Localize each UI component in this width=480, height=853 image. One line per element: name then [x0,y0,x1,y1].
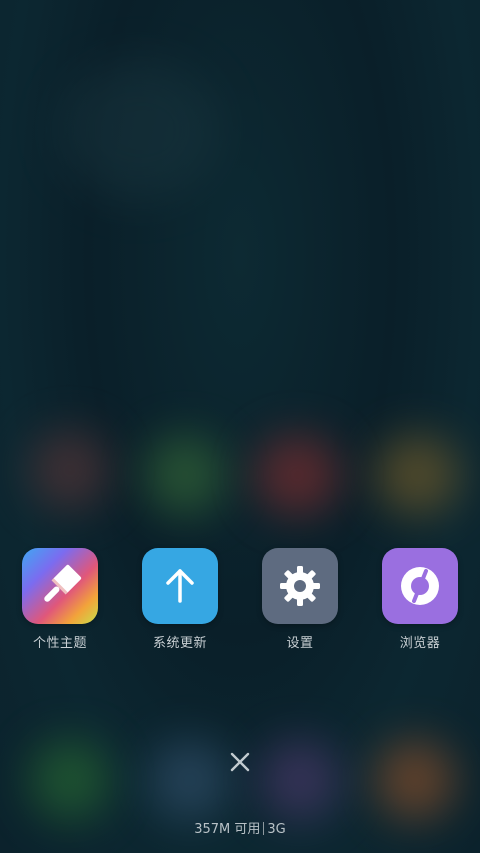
arrow-up-icon [166,569,194,603]
themes-app-label: 个性主题 [32,636,87,651]
blurred-background [0,0,480,853]
recent-app-themes[interactable]: 个性主题 [0,548,120,651]
settings-app-label: 设置 [286,636,314,651]
recent-app-browser[interactable]: 浏览器 [360,548,480,651]
system-update-app-icon[interactable] [142,548,218,624]
status-divider [263,822,265,835]
close-icon [230,752,250,772]
themes-app-icon[interactable] [22,548,98,624]
browser-app-icon[interactable] [382,548,458,624]
recent-app-settings[interactable]: 设置 [240,548,360,651]
network-type-text: 3G [267,822,286,837]
memory-available-text: 357M 可用 [194,822,261,837]
gear-icon [280,566,320,606]
settings-app-icon[interactable] [262,548,338,624]
memory-status: 357M 可用 3G [0,818,480,837]
clear-all-button[interactable] [224,746,256,778]
browser-app-label: 浏览器 [399,636,441,651]
browser-icon [401,567,439,605]
recent-apps-row: 个性主题 系统更新 设置 浏览器 [0,548,480,658]
paintbrush-icon [44,564,82,602]
recent-app-system-update[interactable]: 系统更新 [120,548,240,651]
system-update-app-label: 系统更新 [152,636,207,651]
